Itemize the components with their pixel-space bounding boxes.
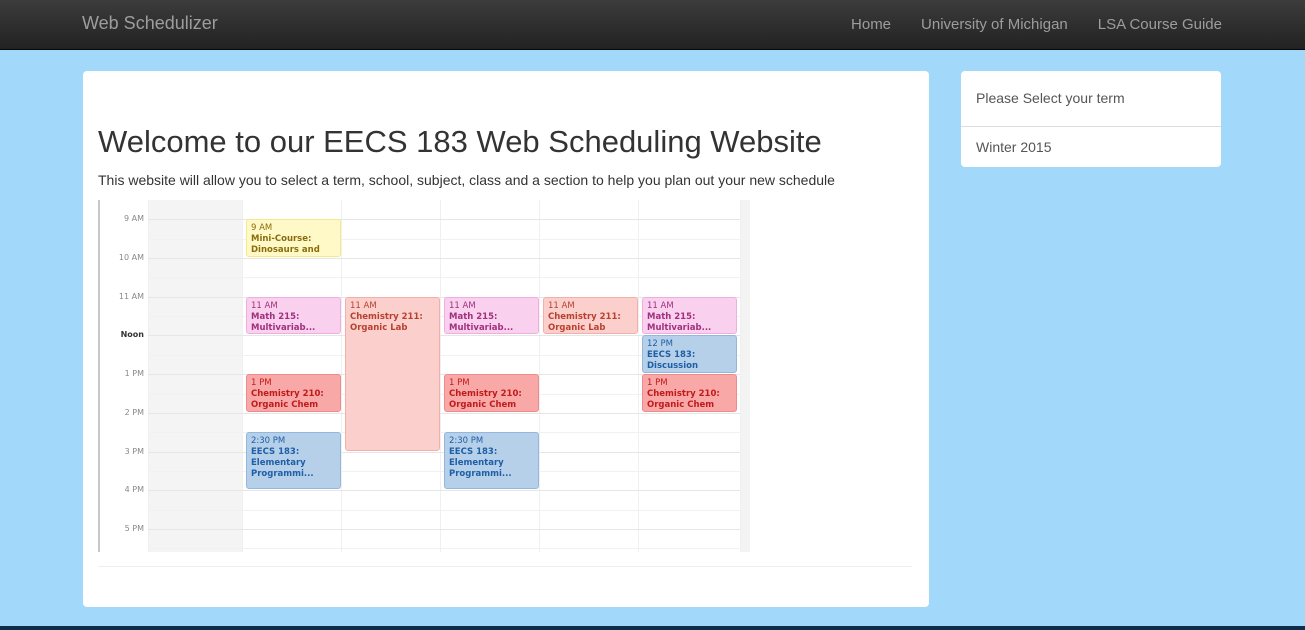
calendar-event: 1 PM Chemistry 210: Organic Chem bbox=[642, 374, 737, 412]
event-title: Multivariab... bbox=[647, 322, 712, 333]
event-title: Chemistry 211: bbox=[350, 311, 423, 322]
calendar-right-edge bbox=[740, 200, 750, 552]
schedule-calendar-image: 9 AM 10 AM 11 AM Noon 1 PM 2 PM 3 PM 4 PM 5 PM 9 … bbox=[98, 200, 750, 552]
time-label: 5 PM bbox=[124, 523, 144, 533]
calendar-gridline bbox=[148, 258, 740, 260]
calendar-event: 11 AM Math 215: Multivariab... bbox=[246, 296, 341, 335]
event-title: Organic Chem bbox=[251, 400, 319, 411]
event-title: Elementary bbox=[251, 458, 306, 469]
intro-text: This website will allow you to select a … bbox=[98, 172, 835, 188]
calendar-event: 11 AM Math 215: Multivariab... bbox=[444, 296, 539, 335]
event-time: 11 AM bbox=[449, 300, 476, 311]
event-time: 1 PM bbox=[647, 378, 668, 389]
calendar-event: 1 PM Chemistry 210: Organic Chem bbox=[246, 374, 341, 412]
time-label: 1 PM bbox=[124, 369, 144, 379]
page-title: Welcome to our EECS 183 Web Scheduling W… bbox=[98, 124, 822, 159]
divider bbox=[98, 566, 912, 567]
calendar-gridline bbox=[148, 412, 740, 414]
term-option-winter-2015[interactable]: Winter 2015 bbox=[961, 123, 1221, 171]
event-title: Dinosaurs and oth... bbox=[251, 245, 320, 256]
calendar-gridline bbox=[148, 219, 740, 221]
calendar-gridline bbox=[148, 509, 740, 511]
event-title: EECS 183: bbox=[449, 447, 498, 458]
event-title: EECS 183: bbox=[647, 350, 696, 361]
event-title: Elementary bbox=[449, 458, 504, 469]
calendar-event: 12 PM EECS 183: Discussion bbox=[642, 335, 737, 374]
event-title: Chemistry 211: bbox=[548, 311, 621, 322]
time-label: 10 AM bbox=[118, 253, 144, 263]
main-panel: Welcome to our EECS 183 Web Scheduling W… bbox=[83, 71, 929, 607]
calendar-column-separator bbox=[148, 200, 149, 552]
calendar-event: 11 AM Chemistry 211: Organic Lab bbox=[345, 296, 440, 451]
event-time: 11 AM bbox=[548, 300, 575, 311]
event-time: 2:30 PM bbox=[251, 436, 286, 447]
event-time: 11 AM bbox=[647, 300, 674, 311]
calendar-column-separator bbox=[740, 200, 741, 552]
event-time: 11 AM bbox=[350, 300, 377, 311]
calendar-empty-day-column bbox=[148, 200, 242, 552]
bottom-border bbox=[0, 626, 1305, 630]
event-title: Multivariab... bbox=[449, 322, 514, 333]
calendar-gridline bbox=[148, 277, 740, 279]
event-title: EECS 183: bbox=[251, 447, 300, 458]
term-prompt: Please Select your term bbox=[961, 74, 1221, 127]
calendar-column-separator bbox=[440, 200, 441, 552]
event-title: Math 215: bbox=[647, 311, 696, 322]
calendar-gridline bbox=[148, 528, 740, 530]
event-title: Chemistry 210: bbox=[449, 389, 522, 400]
event-title: Math 215: bbox=[251, 311, 300, 322]
event-time: 1 PM bbox=[251, 378, 272, 389]
nav-link-lsa-course-guide[interactable]: LSA Course Guide bbox=[1083, 0, 1222, 49]
calendar-gridline bbox=[148, 238, 740, 240]
event-time: 12 PM bbox=[647, 339, 673, 350]
event-title: Chemistry 210: bbox=[647, 389, 720, 400]
event-title: Programmi... bbox=[251, 469, 314, 480]
time-label: 11 AM bbox=[118, 291, 144, 301]
event-title: Programmi... bbox=[449, 469, 512, 480]
nav-link-home[interactable]: Home bbox=[836, 0, 906, 49]
nav-links: Home University of Michigan LSA Course G… bbox=[836, 0, 1222, 49]
event-title: Chemistry 210: bbox=[251, 389, 324, 400]
event-title: Organic Lab bbox=[548, 322, 606, 333]
event-title: Organic Chem bbox=[449, 400, 517, 411]
term-panel: Please Select your term Winter 2015 bbox=[961, 71, 1221, 167]
event-title: Organic Chem bbox=[647, 400, 715, 411]
event-title: Organic Lab bbox=[350, 322, 408, 333]
event-time: 9 AM bbox=[251, 223, 273, 234]
event-title: Discussion bbox=[647, 361, 699, 372]
time-label: Noon bbox=[120, 330, 144, 340]
event-title: Math 215: bbox=[449, 311, 498, 322]
time-label: 2 PM bbox=[124, 407, 144, 417]
calendar-event: 11 AM Chemistry 211: Organic Lab bbox=[543, 296, 638, 335]
time-label: 3 PM bbox=[124, 446, 144, 456]
calendar-column-separator bbox=[638, 200, 639, 552]
time-label: 4 PM bbox=[124, 485, 144, 495]
calendar-event: 11 AM Math 215: Multivariab... bbox=[642, 296, 737, 335]
event-time: 1 PM bbox=[449, 378, 470, 389]
event-title: Multivariab... bbox=[251, 322, 316, 333]
navbar: Web Schedulizer Home University of Michi… bbox=[0, 0, 1305, 50]
nav-link-university-of-michigan[interactable]: University of Michigan bbox=[906, 0, 1083, 49]
calendar-column-separator bbox=[341, 200, 342, 552]
calendar-event: 2:30 PM EECS 183: Elementary Programmi... bbox=[246, 432, 341, 490]
calendar-event: 2:30 PM EECS 183: Elementary Programmi... bbox=[444, 432, 539, 490]
event-title: Mini-Course: bbox=[251, 234, 312, 245]
event-time: 2:30 PM bbox=[449, 436, 484, 447]
calendar-gridline bbox=[148, 490, 740, 492]
calendar-column-separator bbox=[242, 200, 243, 552]
calendar-column-separator bbox=[539, 200, 540, 552]
calendar-event: 9 AMMini-Course:Dinosaurs and oth... bbox=[246, 219, 341, 258]
calendar-event: 1 PM Chemistry 210: Organic Chem bbox=[444, 374, 539, 412]
calendar-gridline bbox=[148, 548, 740, 550]
brand-link[interactable]: Web Schedulizer bbox=[82, 13, 218, 34]
event-time: 11 AM bbox=[251, 300, 278, 311]
time-label: 9 AM bbox=[123, 214, 144, 224]
